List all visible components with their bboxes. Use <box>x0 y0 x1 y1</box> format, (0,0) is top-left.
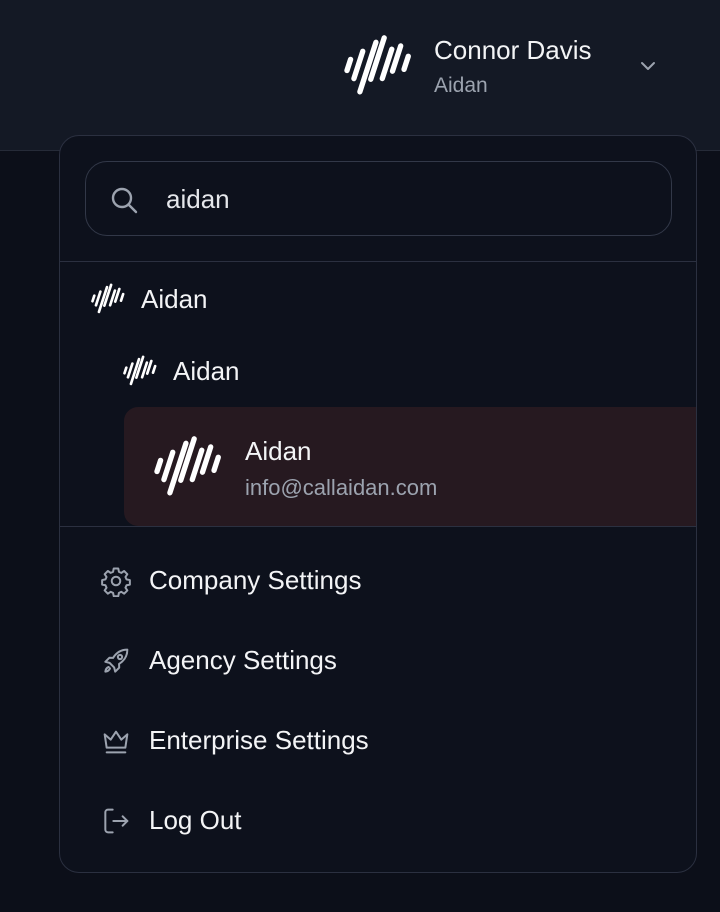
rocket-icon <box>104 648 129 673</box>
org-tree-item-level2[interactable]: Aidan <box>123 352 663 392</box>
divider <box>60 526 696 527</box>
org-logo-icon <box>154 433 222 501</box>
org-tree-item-selected[interactable]: Aidan info@callaidan.com <box>124 407 696 526</box>
org-logo-icon <box>344 32 412 100</box>
top-bar: Connor Davis Aidan <box>0 0 720 151</box>
selected-org-email: info@callaidan.com <box>245 475 438 500</box>
search-icon <box>111 187 138 214</box>
menu-item-label: Log Out <box>149 805 242 835</box>
chevron-down-icon <box>641 62 655 70</box>
selected-org-name: Aidan <box>245 436 312 466</box>
enterprise-settings-menu-item[interactable]: Enterprise Settings <box>100 716 660 766</box>
log-out-menu-item[interactable]: Log Out <box>100 796 660 846</box>
company-settings-menu-item[interactable]: Company Settings <box>100 556 660 606</box>
account-dropdown-menu: Aidan Aidan Aidan info@callaidan.com Com… <box>59 135 697 873</box>
account-switcher-button[interactable]: Connor Davis Aidan <box>340 28 680 108</box>
menu-item-label: Company Settings <box>149 565 362 595</box>
user-name: Connor Davis <box>434 35 592 65</box>
search-field[interactable] <box>85 161 672 236</box>
org-tree-label: Aidan <box>173 356 240 386</box>
agency-settings-menu-item[interactable]: Agency Settings <box>100 636 660 686</box>
divider <box>60 261 696 262</box>
current-org-name: Aidan <box>434 74 488 97</box>
org-tree-item-level1[interactable]: Aidan <box>91 280 661 320</box>
menu-item-label: Agency Settings <box>149 645 337 675</box>
gear-icon <box>101 567 131 597</box>
org-logo-icon <box>91 282 125 316</box>
crown-icon <box>103 730 129 754</box>
org-tree-label: Aidan <box>141 284 208 314</box>
search-input[interactable] <box>166 176 646 222</box>
org-logo-icon <box>123 354 157 388</box>
logout-icon <box>104 808 129 834</box>
menu-item-label: Enterprise Settings <box>149 725 369 755</box>
